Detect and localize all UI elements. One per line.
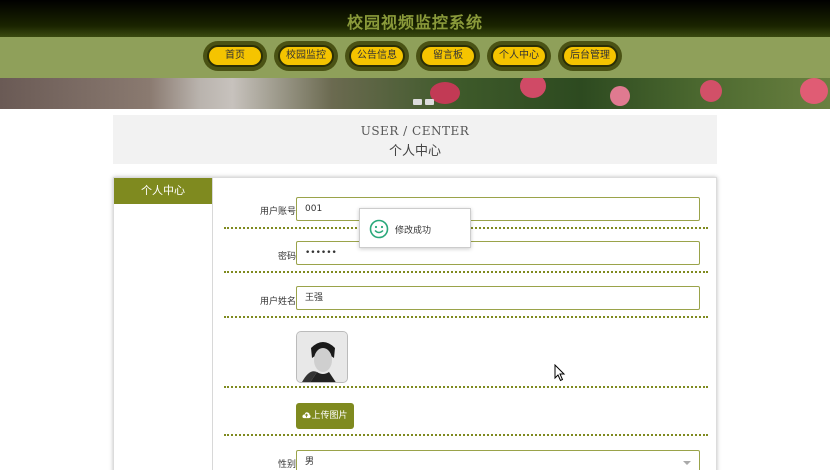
nav-campus-monitor[interactable]: 校园监控 [274, 41, 338, 71]
header-bar: 校园视频监控系统 [0, 0, 830, 37]
nav-message-board[interactable]: 留言板 [416, 41, 480, 71]
nav-home[interactable]: 首页 [203, 41, 267, 71]
gender-label: 性别 [277, 460, 296, 470]
nav-home-label[interactable]: 首页 [207, 45, 263, 67]
avatar-image[interactable] [296, 331, 348, 383]
password-input[interactable]: •••••• [296, 241, 700, 265]
sidebar-divider [212, 178, 213, 470]
gender-select[interactable]: 男 [296, 450, 700, 470]
avatar-portrait-icon [297, 332, 347, 382]
sidebar-tab-user-center[interactable]: 个人中心 [114, 178, 212, 204]
name-input[interactable]: 王强 [296, 286, 700, 310]
name-label: 用户姓名 [259, 297, 296, 307]
banner-flower [800, 78, 828, 104]
site-title: 校园视频监控系统 [346, 13, 483, 32]
row-divider [224, 434, 708, 436]
mouse-cursor-icon [554, 364, 566, 382]
carousel-indicators[interactable] [413, 90, 437, 109]
main-nav: 首页 校园监控 公告信息 留言板 个人中心 后台管理 [0, 37, 830, 78]
section-title-en: USER / CENTER [360, 124, 470, 138]
smile-icon [369, 219, 389, 239]
nav-notices-label[interactable]: 公告信息 [349, 45, 405, 67]
upload-image-label[interactable]: 上传图片 [311, 411, 347, 421]
nav-admin[interactable]: 后台管理 [558, 41, 622, 71]
section-heading: USER / CENTER 个人中心 [113, 115, 717, 164]
password-label: 密码 [277, 252, 296, 262]
row-divider [224, 316, 708, 318]
toast-message: 修改成功 [395, 226, 432, 236]
form-row-upload-divider [224, 434, 708, 438]
banner-carousel [0, 78, 830, 109]
nav-admin-label[interactable]: 后台管理 [562, 45, 618, 67]
section-title-zh: 个人中心 [388, 144, 441, 159]
banner-flower [520, 78, 546, 98]
row-divider [224, 271, 708, 273]
carousel-dot[interactable] [425, 99, 434, 105]
form-row-name: 用户姓名 王强 [224, 285, 708, 319]
nav-message-board-label[interactable]: 留言板 [420, 45, 476, 67]
nav-campus-monitor-label[interactable]: 校园监控 [278, 45, 334, 67]
form-row-avatar-divider [224, 386, 708, 390]
gender-selected-value: 男 [305, 457, 315, 467]
account-input[interactable]: 001 [296, 197, 700, 221]
banner-flower [700, 80, 722, 102]
success-toast: 修改成功 [359, 208, 471, 248]
carousel-dot[interactable] [413, 99, 422, 105]
chevron-down-icon [683, 461, 691, 465]
upload-image-button[interactable]: 上传图片 [296, 403, 354, 429]
nav-user-center[interactable]: 个人中心 [487, 41, 551, 71]
row-divider [224, 386, 708, 388]
nav-user-center-label[interactable]: 个人中心 [491, 45, 547, 67]
nav-notices[interactable]: 公告信息 [345, 41, 409, 71]
banner-flower [610, 86, 630, 106]
account-label: 用户账号 [259, 207, 296, 217]
form-row-gender: 性别 男 [224, 450, 708, 470]
